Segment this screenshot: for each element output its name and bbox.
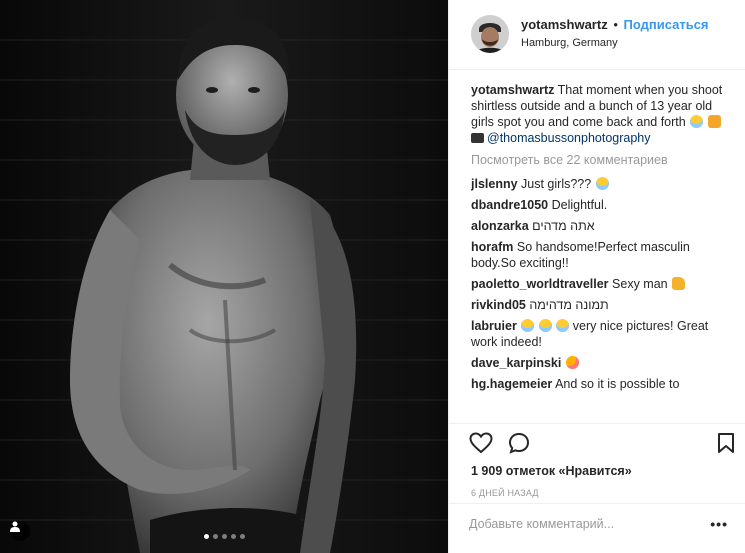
caption-author[interactable]: yotamshwartz — [471, 83, 554, 97]
post-header-text: yotamshwartz • Подписаться Hamburg, Germ… — [521, 17, 709, 49]
comment-item: labruier very nice pictures! Great work … — [471, 318, 733, 350]
follow-button[interactable]: Подписаться — [624, 17, 709, 32]
location-link[interactable]: Hamburg, Germany — [521, 37, 709, 49]
comment-item: jlslenny Just girls??? — [471, 176, 733, 192]
comment-item: dave_karpinski — [471, 355, 733, 371]
comment-item: horafm So handsome!Perfect masculin body… — [471, 239, 733, 271]
more-options-button[interactable]: ••• — [710, 516, 728, 532]
comment-input[interactable] — [469, 517, 689, 531]
carousel-dot — [212, 534, 218, 539]
header-separator: • — [613, 17, 618, 32]
comment-text: תמונה מדהימה — [529, 298, 609, 312]
comment-author[interactable]: hg.hagemeier — [471, 377, 552, 391]
view-all-comments-link[interactable]: Посмотреть все 22 комментариев — [471, 152, 733, 168]
carousel-indicator — [0, 534, 448, 539]
comment-item: alonzarka אתה מדהים — [471, 218, 733, 234]
post-side-panel: yotamshwartz • Подписаться Hamburg, Germ… — [448, 0, 745, 553]
comment-item: paoletto_worldtraveller Sexy man — [471, 276, 733, 292]
comment-author[interactable]: alonzarka — [471, 219, 529, 233]
instagram-post-modal: yotamshwartz • Подписаться Hamburg, Germ… — [0, 0, 745, 553]
comment-author[interactable]: paoletto_worldtraveller — [471, 277, 609, 291]
add-comment-bar: ••• — [449, 503, 745, 553]
camera-emoji-icon — [471, 133, 484, 143]
speech-bubble-icon[interactable] — [508, 432, 530, 459]
likes-count[interactable]: 1 909 отметок «Нравится» — [471, 464, 632, 478]
heart-outline-icon[interactable] — [469, 432, 493, 459]
comment-author[interactable]: jlslenny — [471, 177, 518, 191]
comment-text: Delightful. — [551, 198, 608, 212]
comment-text: And so it is possible to — [555, 377, 680, 391]
carousel-dot-active — [203, 534, 209, 539]
comment-author[interactable]: horafm — [471, 240, 513, 254]
laughing-emoji-icon — [690, 115, 704, 128]
comment-item: dbandre1050 Delightful. — [471, 197, 733, 213]
comment-text: אתה מדהים — [532, 219, 595, 233]
laughing-emoji-icon — [521, 319, 535, 332]
caption: yotamshwartz That moment when you shoot … — [471, 82, 733, 146]
comment-item: rivkind05 תמונה מדהימה — [471, 297, 733, 313]
laughing-emoji-icon — [595, 177, 609, 190]
carousel-dot — [239, 534, 245, 539]
laughing-emoji-icon — [538, 319, 552, 332]
author-username[interactable]: yotamshwartz — [521, 17, 608, 32]
carousel-dot — [230, 534, 236, 539]
post-photo[interactable] — [0, 0, 448, 553]
post-timestamp: 6 ДНЕЙ НАЗАД — [471, 488, 539, 498]
comment-author[interactable]: rivkind05 — [471, 298, 526, 312]
comments-list[interactable]: yotamshwartz That moment when you shoot … — [471, 82, 733, 422]
kissing-emoji-icon — [565, 356, 579, 369]
comment-text: Sexy man — [612, 277, 668, 291]
comment-author[interactable]: labruier — [471, 319, 517, 333]
comment-author[interactable]: dbandre1050 — [471, 198, 548, 212]
action-icons — [449, 424, 745, 464]
post-header: yotamshwartz • Подписаться Hamburg, Germ… — [449, 0, 745, 70]
laughing-emoji-icon — [556, 319, 570, 332]
bookmark-icon[interactable] — [717, 432, 735, 459]
clapping-hand-emoji-icon — [707, 115, 721, 128]
carousel-dot — [221, 534, 227, 539]
comment-text: Just girls??? — [521, 177, 592, 191]
comment-item: hg.hagemeier And so it is possible to — [471, 376, 733, 392]
photo-artwork — [0, 0, 448, 553]
thumbs-up-emoji-icon — [672, 277, 686, 290]
comment-author[interactable]: dave_karpinski — [471, 356, 561, 370]
photo-credit-link[interactable]: @thomasbussonphotography — [487, 131, 651, 145]
avatar[interactable] — [471, 15, 509, 53]
post-actions: 1 909 отметок «Нравится» 6 ДНЕЙ НАЗАД — [449, 423, 745, 498]
